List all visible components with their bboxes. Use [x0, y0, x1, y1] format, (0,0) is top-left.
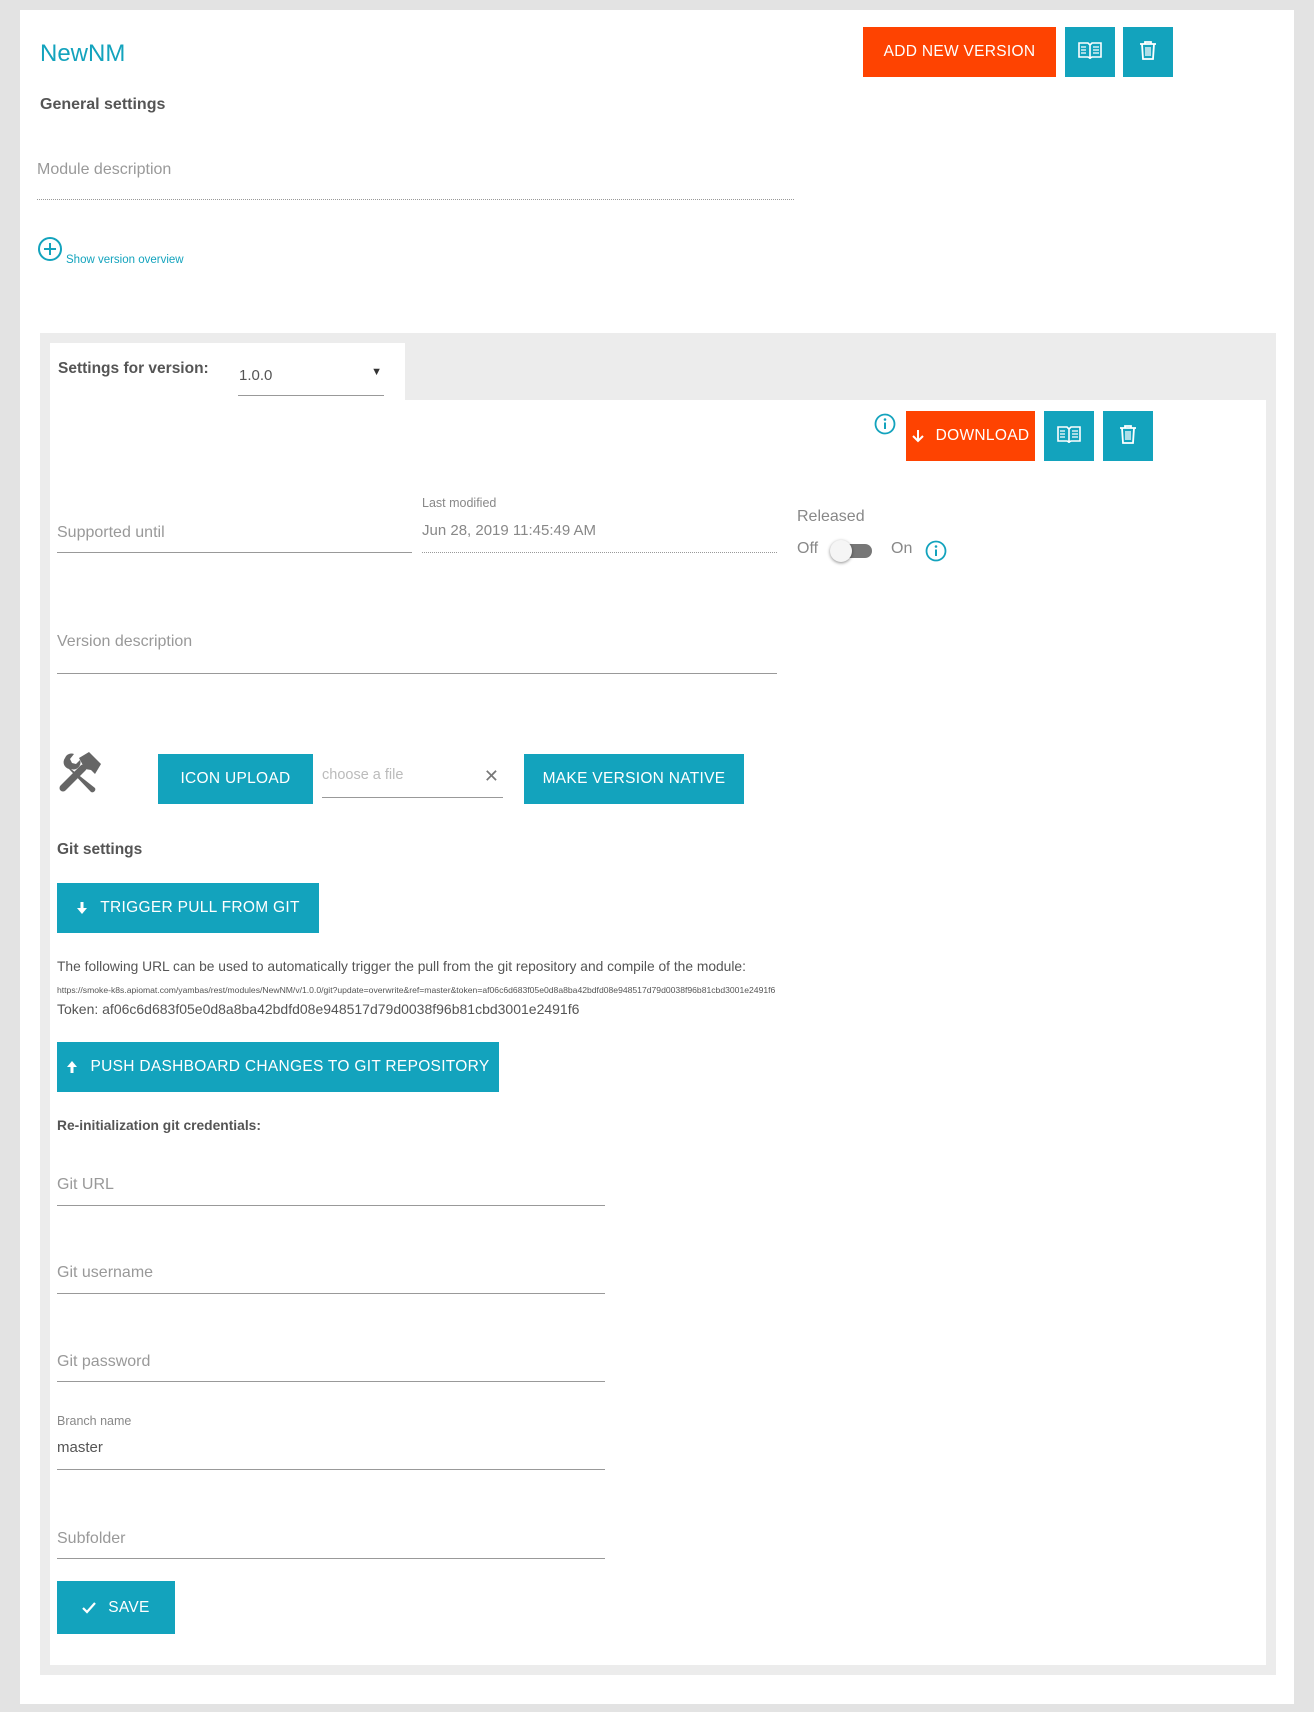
delete-version-button[interactable]	[1103, 411, 1153, 461]
branch-name-field[interactable]: master	[57, 1439, 103, 1456]
trigger-pull-label: TRIGGER PULL FROM GIT	[100, 899, 300, 916]
trigger-pull-button[interactable]: TRIGGER PULL FROM GIT	[57, 883, 319, 933]
module-title: NewNM	[40, 40, 126, 67]
check-icon	[82, 1601, 97, 1614]
trigger-url-info: The following URL can be used to automat…	[57, 959, 746, 974]
last-modified-underline	[422, 552, 777, 553]
download-label: DOWNLOAD	[935, 427, 1030, 444]
documentation-button[interactable]	[1065, 27, 1115, 77]
reinit-credentials-heading: Re-initialization git credentials:	[57, 1118, 261, 1133]
icon-upload-button[interactable]: ICON UPLOAD	[158, 754, 313, 804]
push-dashboard-changes-button[interactable]: PUSH DASHBOARD CHANGES TO GIT REPOSITORY	[57, 1042, 499, 1092]
module-settings-page: NewNM General settings ADD NEW VERSION M…	[20, 10, 1294, 1704]
module-description-field[interactable]: Module description	[37, 161, 171, 179]
version-select-value: 1.0.0	[239, 367, 273, 384]
choose-file-placeholder: choose a file	[322, 767, 404, 783]
trash-icon	[1119, 424, 1137, 449]
subfolder-field[interactable]: Subfolder	[57, 1530, 126, 1548]
trash-icon	[1139, 40, 1157, 65]
git-token: Token: af06c6d683f05e0d8a8ba42bdfd08e948…	[57, 1001, 580, 1017]
supported-until-underline	[57, 552, 412, 553]
arrow-down-icon	[911, 429, 924, 443]
version-select[interactable]: 1.0.0 ▼	[238, 350, 384, 396]
show-version-overview-link[interactable]: Show version overview	[37, 236, 184, 267]
version-documentation-button[interactable]	[1044, 411, 1094, 461]
plus-circle-icon	[37, 236, 63, 267]
delete-module-button[interactable]	[1123, 27, 1173, 77]
add-new-version-button[interactable]: ADD NEW VERSION	[863, 27, 1056, 77]
settings-for-version-label: Settings for version:	[58, 360, 209, 377]
version-description-underline	[57, 673, 777, 674]
save-button[interactable]: SAVE	[57, 1581, 175, 1634]
released-info-icon[interactable]	[925, 540, 947, 562]
module-description-underline	[37, 199, 794, 200]
tools-icon	[57, 748, 105, 801]
clear-file-icon[interactable]: ✕	[484, 766, 499, 787]
branch-name-label: Branch name	[57, 1414, 132, 1428]
version-description-field[interactable]: Version description	[57, 633, 192, 651]
git-url-field[interactable]: Git URL	[57, 1176, 114, 1194]
last-modified-label: Last modified	[422, 496, 497, 510]
toggle-thumb	[830, 540, 852, 562]
arrow-down-icon	[76, 901, 88, 915]
chevron-down-icon: ▼	[371, 366, 382, 378]
released-toggle[interactable]	[830, 540, 874, 562]
released-label: Released	[797, 508, 865, 525]
git-url-underline	[57, 1205, 605, 1206]
git-username-field[interactable]: Git username	[57, 1264, 153, 1282]
released-on-label: On	[891, 540, 913, 557]
version-card	[50, 400, 1266, 1665]
general-settings-heading: General settings	[40, 96, 166, 113]
info-icon[interactable]	[874, 413, 896, 435]
git-settings-heading: Git settings	[57, 841, 143, 858]
choose-file-input[interactable]: choose a file ✕	[322, 754, 503, 798]
supported-until-field[interactable]: Supported until	[57, 524, 165, 542]
trigger-url[interactable]: https://smoke-k8s.apiomat.com/yambas/res…	[57, 985, 775, 995]
push-dashboard-changes-label: PUSH DASHBOARD CHANGES TO GIT REPOSITORY	[90, 1058, 490, 1075]
git-password-field[interactable]: Git password	[57, 1353, 150, 1371]
book-icon	[1057, 425, 1081, 448]
subfolder-underline	[57, 1558, 605, 1559]
save-label: SAVE	[108, 1598, 150, 1616]
make-version-native-button[interactable]: MAKE VERSION NATIVE	[524, 754, 744, 804]
arrow-up-icon	[66, 1060, 78, 1074]
book-icon	[1078, 41, 1102, 64]
download-button[interactable]: DOWNLOAD	[906, 411, 1035, 461]
released-off-label: Off	[797, 540, 819, 557]
git-password-underline	[57, 1381, 605, 1382]
branch-name-underline	[57, 1469, 605, 1470]
git-username-underline	[57, 1293, 605, 1294]
last-modified-value: Jun 28, 2019 11:45:49 AM	[422, 522, 597, 539]
show-version-overview-label: Show version overview	[66, 254, 184, 266]
